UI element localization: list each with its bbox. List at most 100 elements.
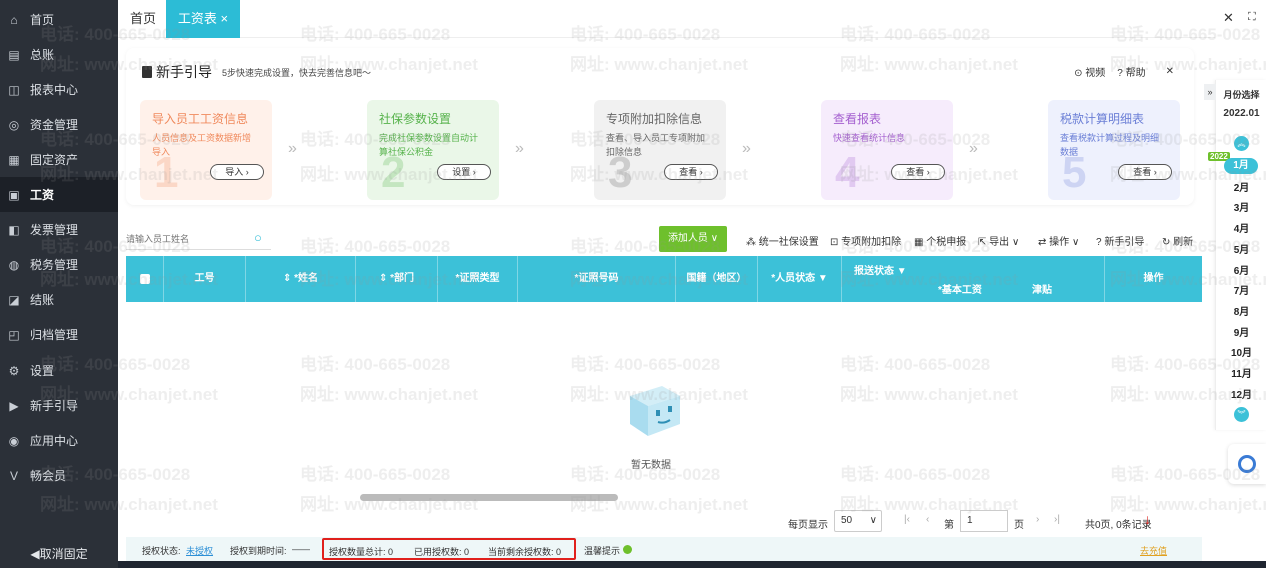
step-number: 2 xyxy=(381,148,406,197)
deduction-label: 专项附加扣除 xyxy=(841,237,902,248)
tab-home[interactable]: 首页 xyxy=(130,0,156,38)
chevron-right-icon: › xyxy=(699,167,703,177)
export-button[interactable]: ⇱ 导出 ∨ xyxy=(978,233,1019,248)
select-all-checkbox[interactable] xyxy=(126,256,164,302)
search-input[interactable] xyxy=(126,228,271,250)
apps-icon: ◉ xyxy=(8,433,20,448)
next-page-icon[interactable]: › xyxy=(1036,514,1039,525)
month-item[interactable]: 7月 xyxy=(1216,282,1266,297)
tip-label[interactable]: 温馨提示 xyxy=(584,544,632,557)
tax-report-button[interactable]: ▦ 个税申报 xyxy=(914,233,966,248)
sidebar-item-8[interactable]: ◪ 结账 xyxy=(0,282,118,317)
money-icon: ◎ xyxy=(8,117,20,132)
auth-state-link[interactable]: 未授权 xyxy=(186,544,213,557)
step-button[interactable]: 设置 › xyxy=(437,164,491,180)
calculator-icon: ▦ xyxy=(914,237,924,248)
month-item[interactable]: 5月 xyxy=(1216,241,1266,256)
filter-icon[interactable]: ▼ xyxy=(897,266,907,277)
sidebar-item-6[interactable]: ◧ 发票管理 xyxy=(0,212,118,247)
col-employee-id[interactable]: 工号 xyxy=(164,256,246,302)
sidebar-item-7[interactable]: ◍ 税务管理 xyxy=(0,247,118,282)
sidebar-item-4[interactable]: ▦ 固定资产 xyxy=(0,142,118,177)
step-number: 5 xyxy=(1062,148,1087,197)
filter-icon[interactable]: ▼ xyxy=(818,273,828,284)
col-id-type[interactable]: *证照类型 xyxy=(438,256,518,302)
horizontal-scrollbar[interactable] xyxy=(360,494,618,501)
step-button[interactable]: 查看 › xyxy=(891,164,945,180)
operations-button[interactable]: ⇄ 操作 ∨ xyxy=(1038,233,1079,248)
month-item[interactable]: 9月 xyxy=(1216,324,1266,339)
deduction-button[interactable]: ⊡ 专项附加扣除 xyxy=(830,233,901,248)
step-button[interactable]: 导入 › xyxy=(210,164,264,180)
guide-step-5: 5 税款计算明细表 查看税款计算过程及明细数据 查看 › xyxy=(1048,100,1180,200)
sidebar-item-13[interactable]: V 畅会员 xyxy=(0,458,118,493)
auth-state-label: 授权状态: xyxy=(142,546,181,556)
sidebar-item-11[interactable]: ▶ 新手引导 xyxy=(0,388,118,423)
prev-page-icon[interactable]: ‹ xyxy=(926,514,929,525)
sidebar-item-1[interactable]: ▤ 总账 xyxy=(0,37,118,72)
recharge-link[interactable]: 去充值 xyxy=(1140,544,1167,557)
sidebar-item-5[interactable]: ▣ 工资 xyxy=(0,177,118,212)
close-window-icon[interactable]: ✕ xyxy=(1223,10,1234,26)
scroll-down-icon[interactable]: ︾ xyxy=(1234,407,1249,422)
help-link[interactable]: ? 帮助 xyxy=(1117,64,1145,79)
guide-close-icon[interactable]: ✕ xyxy=(1166,66,1174,77)
col-report-status[interactable]: 报送状态 ▼ *基本工资 津贴 xyxy=(842,256,1104,302)
expire-label: 授权到期时间: xyxy=(230,546,287,556)
col-department[interactable]: ⇕ *部门 xyxy=(356,256,438,302)
col-id-number[interactable]: *证照号码 xyxy=(518,256,676,302)
maximize-icon[interactable]: ⛶ xyxy=(1248,11,1256,24)
step-button[interactable]: 查看 › xyxy=(664,164,718,180)
search-icon[interactable]: ○ xyxy=(254,230,262,245)
step-number: 4 xyxy=(835,148,860,197)
month-item[interactable]: 8月 xyxy=(1216,303,1266,318)
archive-icon: ◰ xyxy=(8,327,20,342)
col-name[interactable]: ⇕ *姓名 xyxy=(246,256,356,302)
step-title: 税款计算明细表 xyxy=(1060,112,1145,126)
month-item[interactable]: 2月 xyxy=(1216,179,1266,194)
page-input[interactable]: 1 xyxy=(960,510,1008,532)
guide-step-3: 3 专项附加扣除信息 查看、导入员工专项附加扣除信息 查看 › xyxy=(594,100,726,200)
sidebar-item-2[interactable]: ◫ 报表中心 xyxy=(0,72,118,107)
month-item[interactable]: 4月 xyxy=(1216,220,1266,235)
month-item[interactable]: 1月 xyxy=(1224,158,1258,174)
col-actions: 操作 xyxy=(1104,256,1202,302)
sidebar-item-label: 结账 xyxy=(30,293,55,307)
month-item[interactable]: 3月 xyxy=(1216,199,1266,214)
per-page-select[interactable]: 50 ∨ xyxy=(834,510,882,532)
col-nationality[interactable]: 国籍（地区） xyxy=(676,256,758,302)
play-icon: ⊙ xyxy=(1074,68,1083,79)
unpin-button[interactable]: ◀取消固定 xyxy=(0,545,118,562)
guide-label: 新手引导 xyxy=(1104,237,1145,248)
sidebar-item-3[interactable]: ◎ 资金管理 xyxy=(0,107,118,142)
video-label: 视频 xyxy=(1085,68,1106,79)
collapse-icon[interactable]: » xyxy=(1204,84,1216,100)
sidebar-item-10[interactable]: ⚙ 设置 xyxy=(0,353,118,388)
sidebar-item-9[interactable]: ◰ 归档管理 xyxy=(0,317,118,352)
sidebar-item-0[interactable]: ⌂ 首页 xyxy=(0,2,118,37)
guide-button[interactable]: ? 新手引导 xyxy=(1096,233,1144,248)
social-security-button[interactable]: ⁂ 统一社保设置 xyxy=(746,233,819,248)
asset-icon: ▦ xyxy=(8,152,20,167)
add-person-button[interactable]: 添加人员 ∨ xyxy=(659,226,727,252)
sidebar-item-label: 总账 xyxy=(30,48,55,62)
close-icon[interactable]: × xyxy=(221,11,229,26)
sidebar-item-12[interactable]: ◉ 应用中心 xyxy=(0,423,118,458)
month-item[interactable]: 11月 xyxy=(1216,365,1266,380)
month-item[interactable]: 6月 xyxy=(1216,262,1266,277)
scroll-up-icon[interactable]: ︽ xyxy=(1234,136,1249,151)
tax-icon: ◍ xyxy=(8,257,20,272)
assistant-widget[interactable] xyxy=(1228,444,1266,484)
month-item[interactable]: 12月 xyxy=(1216,386,1266,401)
month-item[interactable]: 10月 xyxy=(1216,344,1266,359)
tab-salary[interactable]: 工资表 × xyxy=(166,0,240,38)
assistant-icon xyxy=(1238,455,1256,473)
last-page-icon[interactable]: ›| xyxy=(1054,514,1060,525)
video-link[interactable]: ⊙ 视频 xyxy=(1074,64,1105,79)
table-body: 暂无数据 xyxy=(126,302,1202,512)
refresh-button[interactable]: ↻ 刷新 xyxy=(1162,233,1193,248)
step-button[interactable]: 查看 › xyxy=(1118,164,1172,180)
auth-status-bar: 授权状态: 未授权 授权到期时间: —— 授权数量总计: 0 已用授权数: 0 … xyxy=(126,511,1202,561)
col-person-status[interactable]: *人员状态 ▼ xyxy=(758,256,842,302)
first-page-icon[interactable]: |‹ xyxy=(904,514,910,525)
